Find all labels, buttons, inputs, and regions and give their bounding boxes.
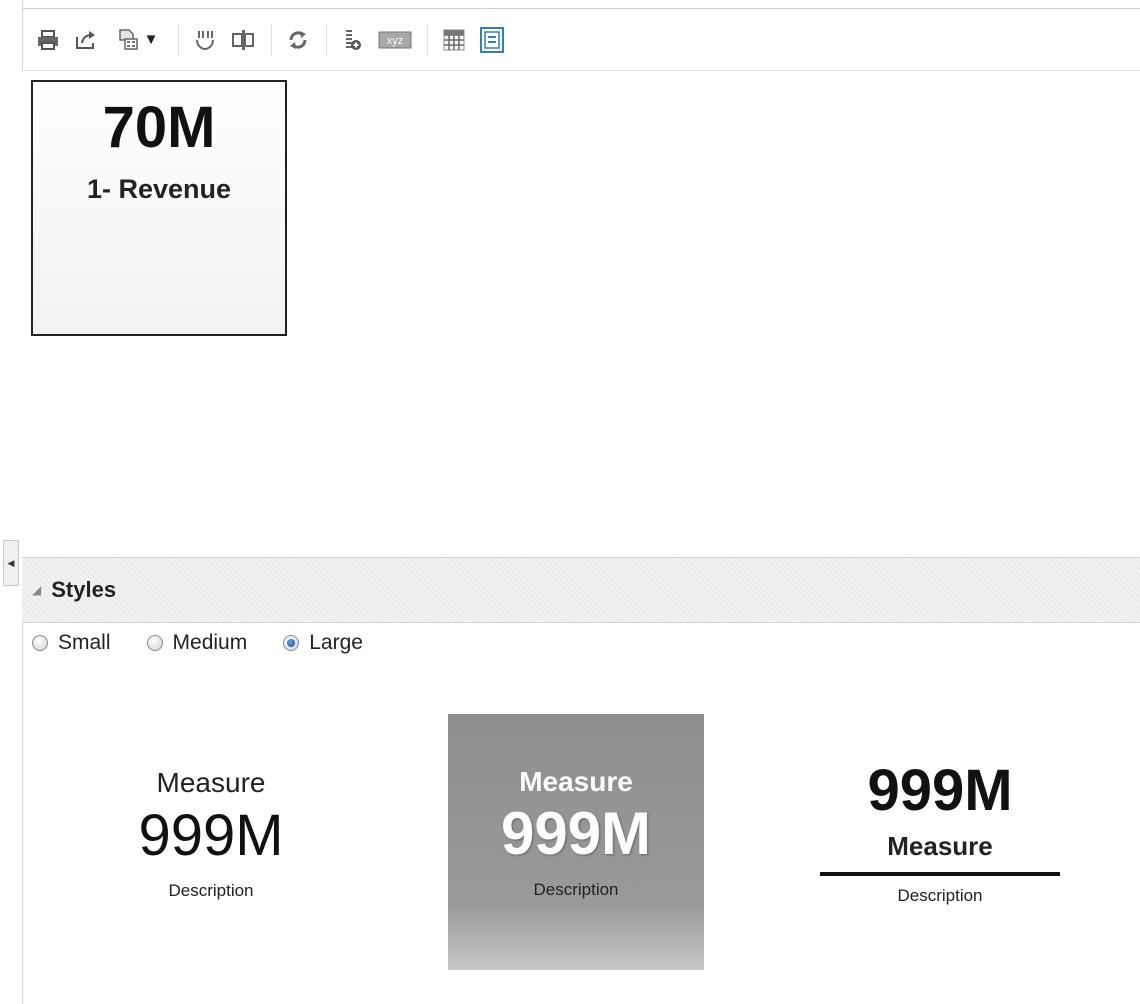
preview-measure: Measure	[156, 767, 266, 798]
add-calculation-button[interactable]	[337, 24, 369, 56]
radio-large[interactable]: Large	[283, 631, 363, 655]
grid-view-button[interactable]	[438, 24, 470, 56]
preview-measure: Measure	[887, 831, 993, 861]
add-calculation-icon	[346, 29, 361, 50]
styles-title: Styles	[51, 577, 117, 602]
radio-label: Small	[58, 631, 111, 654]
format-dropdown-button[interactable]: ▼	[108, 24, 166, 56]
style-preview-gray[interactable]: Measure 999M Description	[448, 714, 704, 970]
triangle-left-icon: ◀	[7, 557, 15, 568]
collapse-panel-button[interactable]: ◀	[3, 540, 19, 586]
xyz-button[interactable]: xyz	[375, 24, 415, 56]
grid-icon	[443, 29, 465, 50]
triangle-expanded-icon: ◢	[32, 583, 42, 597]
svg-text:xyz: xyz	[387, 35, 404, 47]
preview-description: Description	[897, 886, 983, 905]
tile-value: 70M	[102, 95, 216, 160]
radio-label: Medium	[172, 631, 248, 654]
radio-label: Large	[309, 631, 363, 654]
left-rail: ◀	[0, 0, 23, 1004]
toolbar-separator	[178, 23, 179, 56]
style-size-radio-group: Small Medium Large	[32, 628, 399, 658]
tile-view-button[interactable]	[476, 24, 508, 56]
chevron-down-icon: ▼	[143, 31, 159, 48]
swap-button[interactable]	[189, 24, 221, 56]
split-icon	[232, 29, 254, 50]
tile-label: 1- Revenue	[86, 174, 232, 204]
style-preview-plain[interactable]: Measure 999M Description	[82, 715, 340, 971]
radio-button-checked[interactable]	[283, 635, 300, 651]
preview-value: 999M	[867, 758, 1013, 823]
xyz-icon: xyz	[378, 31, 412, 48]
print-icon	[38, 29, 58, 50]
styles-section-header[interactable]: ◢ Styles	[22, 557, 1140, 623]
performance-tile[interactable]: 70M 1- Revenue	[31, 80, 287, 336]
preview-value: 999M	[138, 803, 284, 868]
radio-button[interactable]	[32, 635, 48, 651]
refresh-button[interactable]	[282, 24, 314, 56]
preview-underline	[820, 872, 1060, 876]
export-icon	[76, 30, 95, 49]
preview-description: Description	[533, 880, 619, 899]
radio-medium[interactable]: Medium	[146, 631, 248, 655]
preview-description: Description	[168, 881, 254, 900]
format-icon	[118, 28, 138, 50]
print-button[interactable]	[32, 24, 64, 56]
toolbar: ▼ xyz	[22, 9, 1140, 71]
preview-measure: Measure	[519, 766, 633, 797]
style-preview-underlined[interactable]: 999M Measure Description	[812, 715, 1068, 971]
radio-button[interactable]	[146, 635, 163, 651]
swap-icon	[196, 30, 214, 50]
preview-value: 999M	[500, 800, 652, 867]
canvas-area: 70M 1- Revenue	[22, 71, 1140, 557]
refresh-icon	[289, 30, 307, 49]
radio-small[interactable]: Small	[32, 631, 111, 655]
toolbar-separator	[427, 23, 428, 56]
toolbar-separator	[271, 23, 272, 56]
tile-view-icon	[480, 26, 504, 53]
export-button[interactable]	[70, 24, 102, 56]
split-button[interactable]	[227, 24, 259, 56]
toolbar-separator	[326, 23, 327, 56]
